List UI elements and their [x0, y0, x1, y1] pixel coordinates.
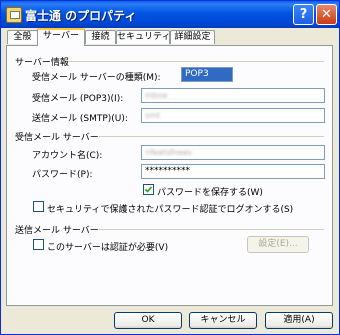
- outgoing-server-label: 送信メール (SMTP)(U):: [32, 114, 128, 124]
- properties-window: 富士通 のプロパティ ? ✕ 全般 サーバー 接続 セキュリティ 詳細設定 サー…: [0, 0, 340, 335]
- outgoing-server-field[interactable]: smt: [141, 108, 325, 123]
- save-password-checkbox[interactable]: [143, 184, 154, 195]
- smtp-auth-label: このサーバーは認証が必要(V): [47, 243, 169, 253]
- incoming-server-value: mboe: [145, 91, 168, 100]
- close-button[interactable]: ✕: [316, 4, 337, 25]
- checkmark-icon: [144, 186, 153, 193]
- spa-checkbox[interactable]: [33, 201, 44, 212]
- password-field[interactable]: **********: [141, 164, 325, 179]
- server-info-heading: サーバー情報: [15, 58, 69, 68]
- section-divider: [99, 136, 324, 137]
- window-title: 富士通 のプロパティ: [25, 9, 137, 23]
- section-divider: [69, 61, 324, 62]
- outgoing-section-heading: 送信メール サーバー: [15, 226, 99, 236]
- server-type-value: POP3: [181, 67, 233, 82]
- spa-label: セキュリティで保護されたパスワード認証でログオンする(S): [47, 205, 294, 215]
- tab-security[interactable]: セキュリティ: [116, 30, 170, 44]
- tab-general[interactable]: 全般: [7, 30, 38, 44]
- settings-button[interactable]: 設定(E)...: [247, 236, 309, 253]
- section-divider: [99, 229, 324, 230]
- outgoing-server-value: smt: [145, 111, 161, 120]
- mail-account-icon: [6, 7, 22, 23]
- account-name-label: アカウント名(C):: [32, 151, 103, 161]
- tab-connection[interactable]: 接続: [85, 30, 116, 44]
- account-name-field[interactable]: nfeatsfnees: [141, 145, 325, 160]
- server-type-label: 受信メール サーバーの種類(M):: [32, 73, 161, 83]
- save-password-label: パスワードを保存する(W): [157, 188, 263, 198]
- account-name-value: nfeatsfnees: [145, 148, 192, 157]
- incoming-server-field[interactable]: mboe: [141, 88, 325, 103]
- tab-server[interactable]: サーバー: [37, 28, 85, 46]
- help-button[interactable]: ?: [293, 4, 314, 25]
- ok-button[interactable]: OK: [114, 312, 182, 329]
- apply-button[interactable]: 適用(A): [265, 312, 333, 329]
- incoming-server-label: 受信メール (POP3)(I):: [32, 94, 124, 104]
- server-tab-panel: サーバー情報 受信メール サーバーの種類(M): POP3 受信メール (POP…: [6, 45, 333, 306]
- cancel-button[interactable]: キャンセル: [189, 312, 257, 329]
- smtp-auth-checkbox[interactable]: [33, 239, 44, 250]
- title-bar[interactable]: 富士通 のプロパティ ? ✕: [1, 1, 339, 28]
- password-label: パスワード(P):: [32, 170, 93, 180]
- tab-advanced[interactable]: 詳細設定: [170, 30, 215, 44]
- incoming-section-heading: 受信メール サーバー: [15, 133, 99, 143]
